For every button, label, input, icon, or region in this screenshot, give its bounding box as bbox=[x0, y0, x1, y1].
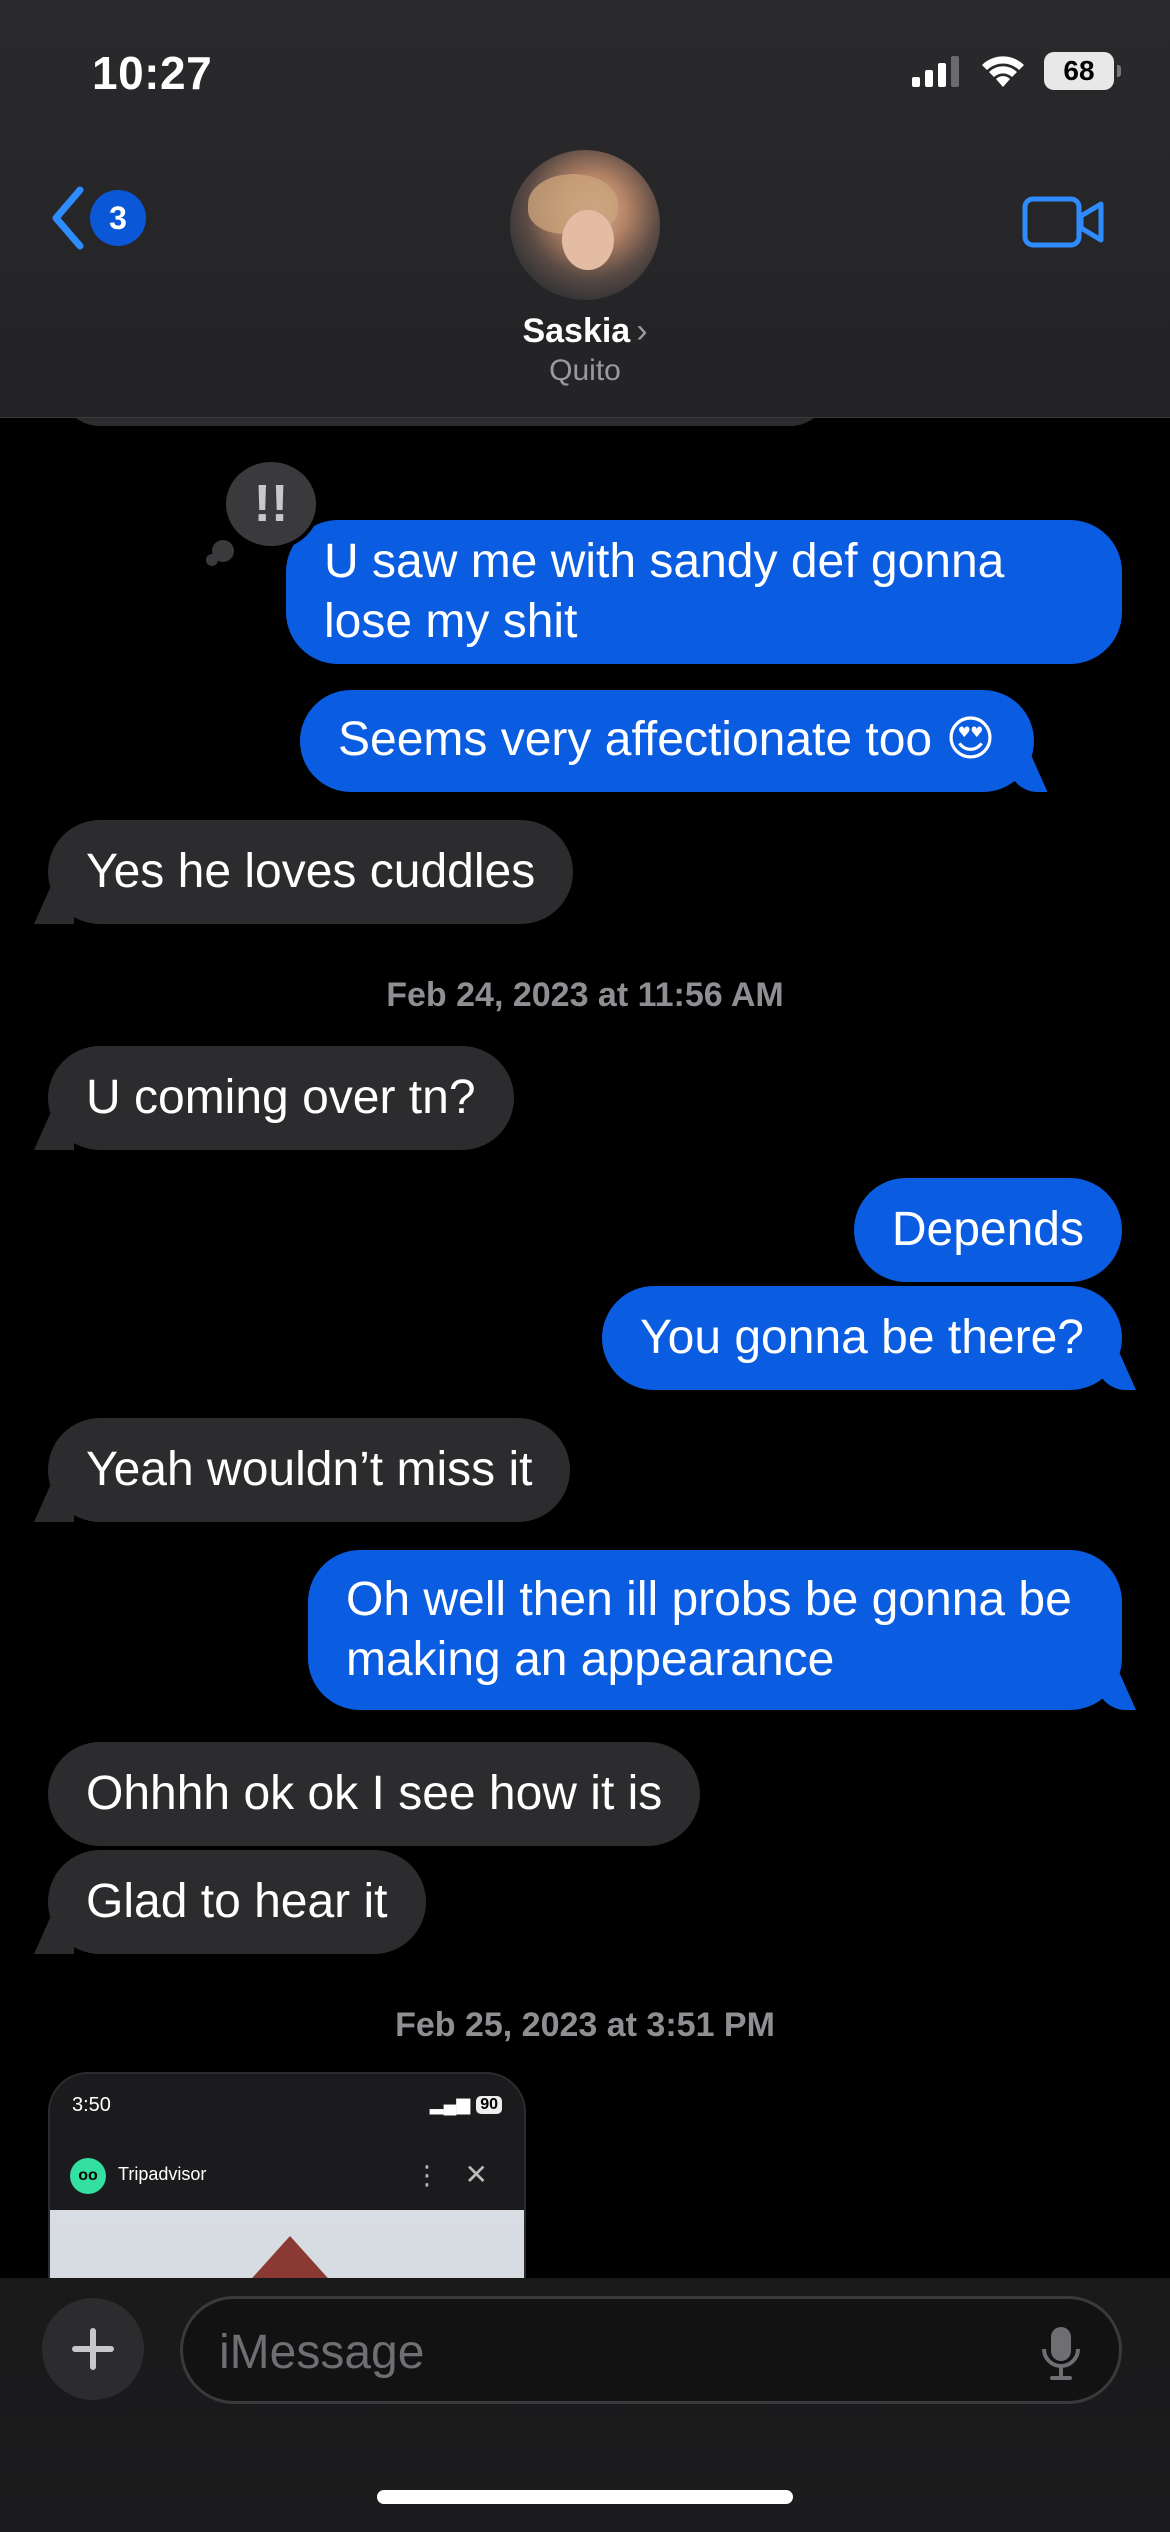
contact-name[interactable]: Saskia › bbox=[0, 312, 1170, 351]
wifi-icon bbox=[982, 56, 1024, 87]
imessage-input-field[interactable] bbox=[180, 2296, 1122, 2404]
message-received[interactable]: Glad to hear it bbox=[48, 1850, 426, 1954]
message-sent[interactable]: Oh well then ill probs be gonna be makin… bbox=[308, 1550, 1122, 1710]
message-sent[interactable]: U saw me with sandy def gonna lose my sh… bbox=[286, 520, 1122, 664]
tapback-tail-dot bbox=[206, 554, 218, 566]
attachment-app-title: Tripadvisor bbox=[118, 2164, 207, 2184]
more-options-icon: ⋮ bbox=[414, 2160, 440, 2190]
chevron-left-icon bbox=[52, 186, 84, 250]
contact-subtitle: Quito bbox=[549, 354, 621, 387]
message-received[interactable]: Ohhhh ok ok I see how it is bbox=[48, 1742, 701, 1846]
attachment-signal-icon: ▂▄▆ bbox=[429, 2094, 471, 2114]
plus-icon bbox=[72, 2328, 114, 2370]
message-sent[interactable]: You gonna be there? bbox=[602, 1286, 1122, 1390]
attachment-status-time: 3:50 bbox=[72, 2094, 111, 2116]
message-sent[interactable]: Seems very affectionate too 😍 bbox=[300, 690, 1034, 792]
message-timestamp: Feb 25, 2023 at 3:51 PM bbox=[395, 2006, 775, 2044]
imessage-input[interactable] bbox=[219, 2317, 979, 2387]
message-sent[interactable]: Depends bbox=[853, 1178, 1122, 1282]
tripadvisor-logo-icon: oo bbox=[70, 2158, 106, 2194]
status-icons: 68 bbox=[912, 52, 1121, 90]
conversation-header: 10:27 68 3 Saskia › Quito bbox=[0, 0, 1170, 418]
back-button[interactable]: 3 bbox=[48, 186, 146, 250]
attachment-battery-icon: 90 bbox=[476, 2095, 502, 2114]
microphone-icon[interactable] bbox=[1041, 2325, 1081, 2381]
unread-count-badge: 3 bbox=[90, 190, 146, 246]
chevron-right-icon: › bbox=[636, 312, 648, 350]
contact-name-text: Saskia bbox=[522, 312, 631, 350]
facetime-video-button[interactable] bbox=[1022, 194, 1104, 255]
battery-icon: 68 bbox=[1044, 52, 1121, 90]
message-received[interactable]: Yes he loves cuddles bbox=[48, 820, 574, 924]
avatar-face bbox=[562, 210, 614, 270]
home-indicator[interactable] bbox=[377, 2490, 793, 2504]
close-icon: ✕ bbox=[464, 2159, 488, 2190]
message-received[interactable]: U coming over tn? bbox=[48, 1046, 514, 1150]
contact-avatar[interactable] bbox=[510, 150, 660, 300]
message-received[interactable]: Yeah wouldn’t miss it bbox=[48, 1418, 571, 1522]
cellular-signal-icon bbox=[912, 56, 959, 87]
status-time: 10:27 bbox=[92, 47, 213, 99]
exclamation-tapback-icon[interactable]: !! bbox=[222, 458, 320, 550]
attachment-status-icons: ▂▄▆ 90 bbox=[430, 2094, 502, 2115]
video-camera-icon bbox=[1022, 196, 1104, 248]
apps-button[interactable] bbox=[42, 2298, 144, 2400]
message-timestamp: Feb 24, 2023 at 11:56 AM bbox=[386, 976, 784, 1014]
